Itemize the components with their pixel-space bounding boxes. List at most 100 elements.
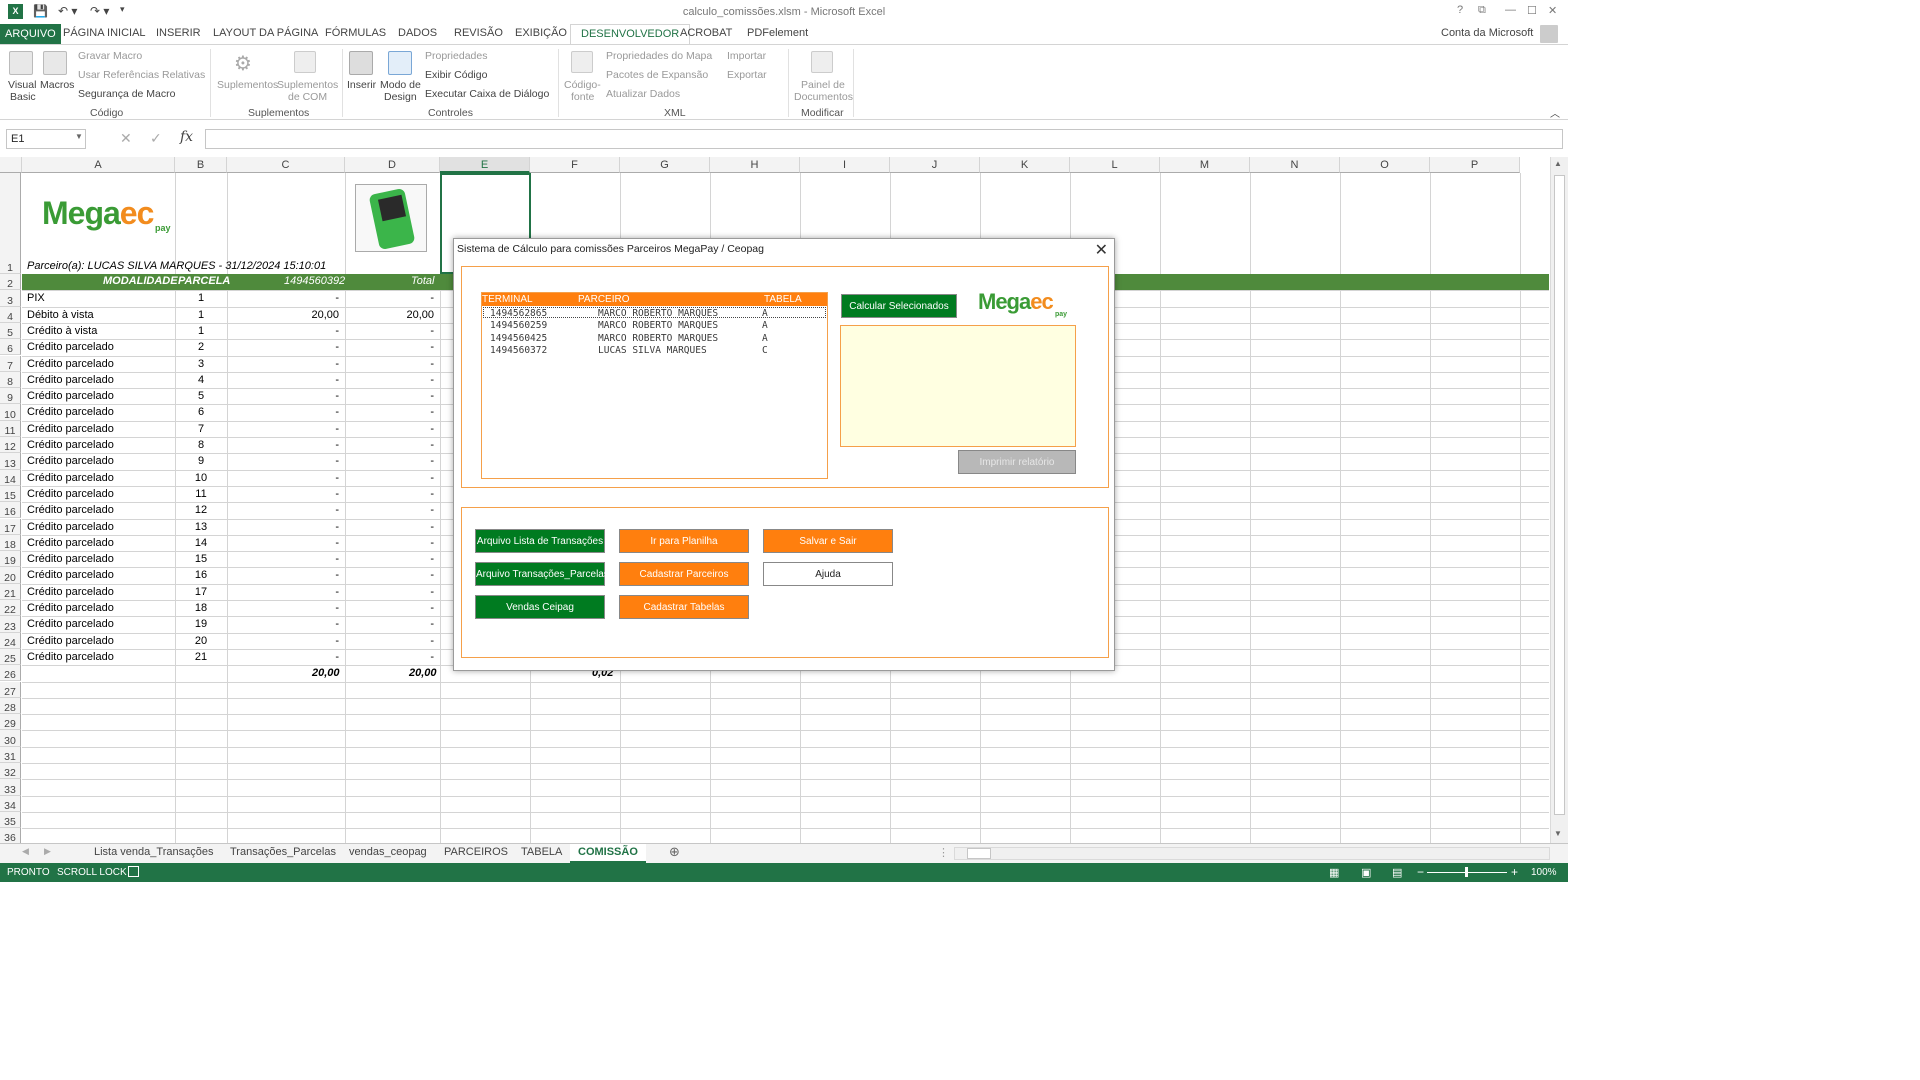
account-name[interactable]: Conta da Microsoft [1441, 27, 1533, 39]
transactions-list-file-button[interactable]: Arquivo Lista de Transações [475, 529, 605, 553]
source-icon[interactable] [571, 51, 593, 73]
column-header[interactable]: O [1340, 157, 1430, 173]
source-label-1[interactable]: Código- [564, 79, 601, 91]
page-break-view-icon[interactable]: ▤ [1392, 866, 1402, 879]
row-header[interactable]: 25 [0, 648, 21, 666]
row-header[interactable]: 11 [0, 420, 21, 437]
listbox-tabela[interactable]: A [762, 320, 768, 331]
calculate-selected-button[interactable]: Calcular Selecionados [841, 294, 957, 318]
listbox-parceiro[interactable]: MARCO ROBERTO MARQUES [598, 333, 718, 344]
row-header[interactable]: 22 [0, 600, 21, 617]
zoom-slider[interactable] [1427, 867, 1507, 877]
refresh-data-button[interactable]: Atualizar Dados [606, 88, 680, 100]
save-and-exit-button[interactable]: Salvar e Sair [763, 529, 893, 553]
row-header[interactable]: 33 [0, 779, 21, 796]
row-header[interactable]: 8 [0, 371, 21, 389]
row-header[interactable]: 31 [0, 746, 21, 763]
column-header[interactable]: F [530, 157, 620, 173]
column-header[interactable]: P [1430, 157, 1520, 173]
sheet-tab-parceiros[interactable]: PARCEIROS [444, 846, 508, 858]
record-macro-button[interactable]: Gravar Macro [78, 50, 142, 62]
listbox-terminal[interactable]: 1494560259 [490, 320, 547, 331]
com-addins-label-1[interactable]: Suplementos [277, 79, 338, 91]
column-header[interactable]: J [890, 157, 980, 173]
com-addins-label-2[interactable]: de COM [288, 91, 327, 103]
row-header[interactable]: 32 [0, 763, 21, 780]
properties-button[interactable]: Propriedades [425, 50, 487, 62]
column-header[interactable]: B [175, 157, 227, 173]
zoom-in-icon[interactable]: + [1511, 865, 1518, 879]
tab-pdfelement[interactable]: PDFelement [747, 27, 808, 39]
namebox-dropdown-icon[interactable]: ▼ [75, 132, 83, 141]
hscroll-handle-icon[interactable]: ⋮ [938, 846, 949, 859]
new-sheet-icon[interactable]: ⊕ [669, 844, 680, 860]
collapse-ribbon-icon[interactable]: ︿ [1550, 105, 1560, 120]
visual-basic-label-2[interactable]: Basic [10, 91, 36, 103]
name-box[interactable]: E1 [6, 129, 86, 149]
tab-desenvolvedor[interactable]: DESENVOLVEDOR [570, 24, 691, 45]
visual-basic-icon[interactable] [9, 51, 33, 75]
go-to-sheet-button[interactable]: Ir para Planilha [619, 529, 749, 553]
row-header[interactable]: 19 [0, 551, 21, 568]
row-header[interactable]: 14 [0, 469, 21, 486]
row-header[interactable]: 26 [0, 665, 21, 682]
minimize-icon[interactable]: — [1505, 4, 1516, 16]
row-header[interactable]: 23 [0, 616, 21, 633]
row-header[interactable]: 36 [0, 828, 21, 843]
addins-button[interactable]: Suplementos [217, 79, 278, 91]
register-tables-button[interactable]: Cadastrar Tabelas [619, 595, 749, 619]
tab-layout[interactable]: LAYOUT DA PÁGINA [213, 27, 318, 39]
import-button[interactable]: Importar [727, 50, 766, 62]
column-header[interactable]: M [1160, 157, 1250, 173]
listbox-terminal[interactable]: 1494560372 [490, 345, 547, 356]
scroll-down-icon[interactable]: ▼ [1554, 829, 1562, 838]
dialog-close-icon[interactable]: ✕ [1095, 240, 1108, 260]
view-code-button[interactable]: Exibir Código [425, 69, 487, 81]
macros-button[interactable]: Macros [40, 79, 74, 91]
row-header[interactable]: 29 [0, 714, 21, 731]
transactions-installments-file-button[interactable]: Arquivo Transações_Parcelas [475, 562, 609, 586]
sheet-tab-tabela[interactable]: TABELA [521, 846, 562, 858]
map-properties-button[interactable]: Propriedades do Mapa [606, 50, 712, 62]
row-header[interactable]: 27 [0, 681, 21, 698]
row-header[interactable]: 5 [0, 322, 21, 340]
tab-inserir[interactable]: INSERIR [156, 27, 201, 39]
tab-acrobat[interactable]: ACROBAT [680, 27, 732, 39]
horizontal-scrollbar[interactable] [954, 847, 1550, 860]
row-header[interactable]: 2 [0, 274, 21, 291]
macro-security-button[interactable]: Segurança de Macro [78, 88, 175, 100]
column-header[interactable]: I [800, 157, 890, 173]
listbox-parceiro[interactable]: LUCAS SILVA MARQUES [598, 345, 707, 356]
maximize-icon[interactable]: ☐ [1527, 4, 1537, 17]
register-partners-button[interactable]: Cadastrar Parceiros [619, 562, 749, 586]
row-header[interactable]: 12 [0, 437, 21, 454]
account-avatar-icon[interactable] [1540, 25, 1558, 43]
row-header[interactable]: 13 [0, 453, 21, 470]
visual-basic-label-1[interactable]: Visual [8, 79, 36, 91]
column-header[interactable]: N [1250, 157, 1340, 173]
tab-formulas[interactable]: FÓRMULAS [325, 27, 386, 39]
design-mode-label-1[interactable]: Modo de [380, 79, 421, 91]
sheet-tab-lista-venda[interactable]: Lista venda_Transações [94, 846, 213, 858]
vertical-scrollbar[interactable]: ▲ ▼ [1550, 157, 1568, 843]
zoom-out-icon[interactable]: − [1417, 865, 1424, 879]
column-header[interactable]: A [22, 157, 175, 173]
run-dialog-button[interactable]: Executar Caixa de Diálogo [425, 88, 549, 100]
help-button[interactable]: Ajuda [763, 562, 893, 586]
tab-revisao[interactable]: REVISÃO [454, 27, 503, 39]
row-header[interactable]: 15 [0, 485, 21, 503]
row-header[interactable]: 34 [0, 795, 21, 812]
listbox-tabela[interactable]: A [762, 333, 768, 344]
sheet-tab-transacoes-parcelas[interactable]: Transações_Parcelas [230, 846, 336, 858]
column-header[interactable]: D [345, 157, 440, 173]
row-header[interactable]: 35 [0, 811, 21, 829]
macros-icon[interactable] [43, 51, 67, 75]
normal-view-icon[interactable]: ▦ [1329, 866, 1339, 879]
column-header[interactable]: H [710, 157, 800, 173]
column-header[interactable]: G [620, 157, 710, 173]
row-header[interactable]: 17 [0, 518, 21, 535]
listbox-parceiro[interactable]: MARCO ROBERTO MARQUES [598, 320, 718, 331]
design-mode-label-2[interactable]: Design [384, 91, 417, 103]
page-layout-view-icon[interactable]: ▣ [1361, 866, 1371, 879]
row-header[interactable]: 4 [0, 306, 21, 323]
